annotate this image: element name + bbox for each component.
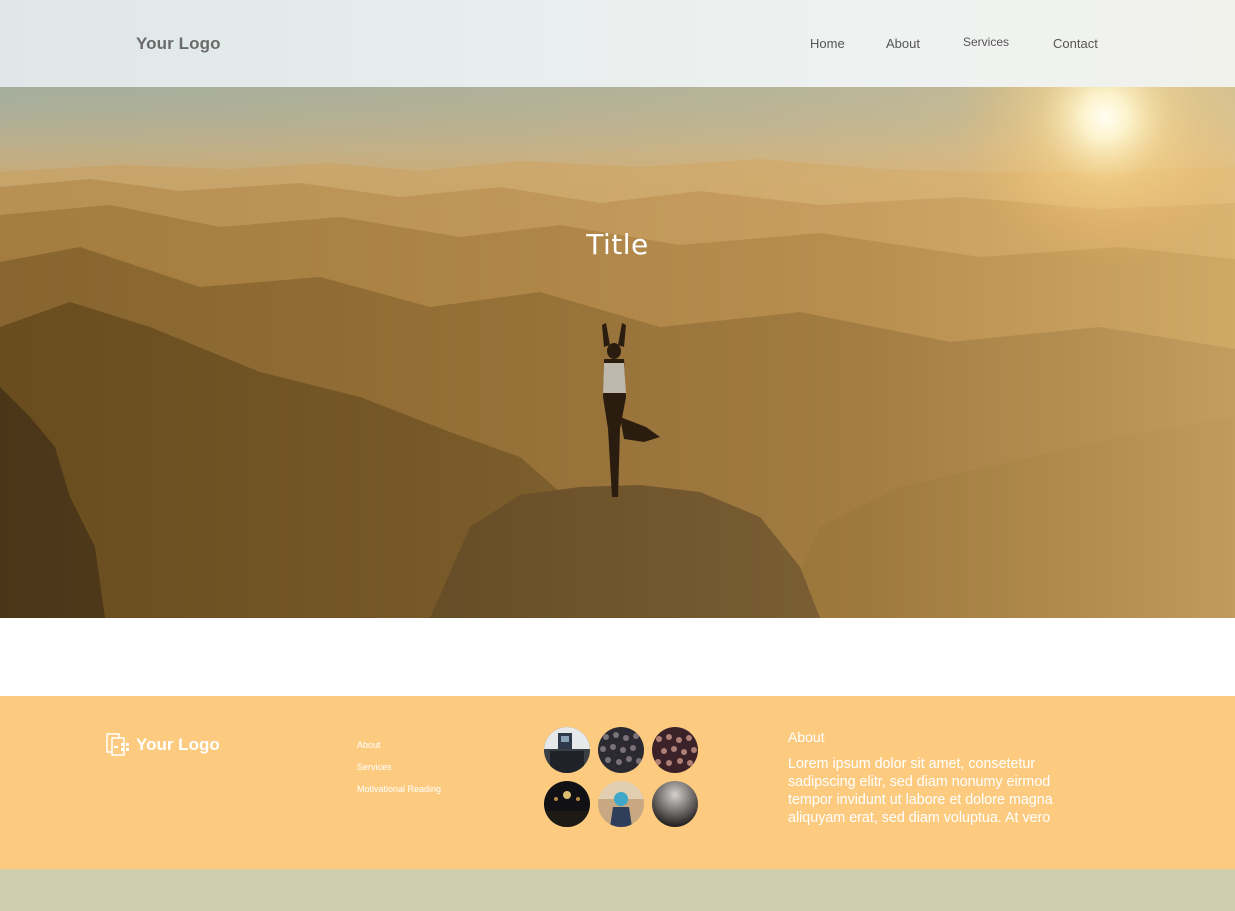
hero-title: Title — [586, 228, 649, 261]
footer-about-text: Lorem ipsum dolor sit amet, consetetur s… — [788, 756, 1053, 826]
nav-home-link[interactable]: Home — [810, 36, 845, 51]
footer-about-heading: About — [788, 729, 825, 745]
nav-about-link[interactable]: About — [886, 36, 920, 51]
footer-link-about[interactable]: About — [357, 740, 381, 750]
gallery-thumb-crowd[interactable] — [598, 727, 644, 773]
hero-image — [0, 87, 1235, 618]
gallery-thumb-concert-lights[interactable] — [544, 781, 590, 827]
gallery-thumb-exhibition[interactable] — [544, 727, 590, 773]
hero-banner: Title — [0, 87, 1235, 618]
nav-services-link[interactable]: Services — [963, 35, 1009, 49]
bottom-bar — [0, 869, 1235, 911]
footer-link-motivational-reading[interactable]: Motivational Reading — [357, 784, 441, 794]
gallery-thumb-speaker[interactable] — [598, 781, 644, 827]
gallery-thumb-audience[interactable] — [652, 727, 698, 773]
site-logo[interactable]: Your Logo — [136, 34, 221, 54]
site-header: Your Logo Home About Services Contact — [0, 0, 1235, 87]
footer-link-services[interactable]: Services — [357, 762, 392, 772]
gallery-thumb-dark-stage[interactable] — [652, 781, 698, 827]
document-logo-icon — [106, 733, 129, 756]
footer-logo-text: Your Logo — [136, 735, 220, 754]
footer-logo[interactable]: Your Logo — [106, 733, 220, 757]
nav-contact-link[interactable]: Contact — [1053, 36, 1098, 51]
